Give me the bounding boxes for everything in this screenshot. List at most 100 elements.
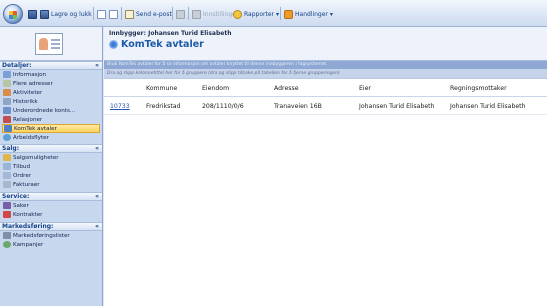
map-icon [3, 80, 11, 87]
main-content: Innbygger: Johansen Turid Elisabeth KomT… [104, 27, 547, 306]
record-subtitle: Innbygger: Johansen Turid Elisabeth [109, 30, 232, 37]
page-title: KomTek avtaler [121, 39, 204, 50]
sidebar-group-header[interactable]: Detaljer: « [0, 61, 102, 70]
history-icon [3, 98, 11, 105]
sidebar-item-campaigns[interactable]: Kampanjer [0, 240, 102, 249]
sidebar-item-invoices[interactable]: Fakturaer [0, 180, 102, 189]
sidebar-item-marketing-lists[interactable]: Markedsføringslister [0, 231, 102, 240]
marketing-list-icon [3, 232, 11, 239]
sidebar-item-label: Historikk [13, 98, 38, 105]
sidebar-item-cases[interactable]: Saker [0, 201, 102, 210]
column-header-kommune[interactable]: Kommune [146, 85, 177, 92]
grid-header: Kommune Eiendom Adresse Eier Regningsmot… [104, 79, 547, 97]
save-icon-button[interactable] [28, 8, 37, 20]
order-icon [3, 172, 11, 179]
sidebar-item-label: Kontrakter [13, 211, 43, 218]
title-row: KomTek avtaler [109, 39, 204, 50]
sidebar-item-label: Saker [13, 202, 29, 209]
campaign-icon [3, 241, 11, 248]
toolbar-separator [93, 7, 94, 20]
cell-regningsmottaker: Johansen Turid Elisabeth [450, 103, 526, 110]
sidebar-item-label: Informasjon [13, 71, 47, 78]
sidebar-item-quotes[interactable]: Tilbud [0, 162, 102, 171]
contract-icon [3, 211, 11, 218]
sidebar-item-activities[interactable]: Aktiviteter [0, 88, 102, 97]
print-icon [109, 9, 118, 19]
sidebar-item-relations[interactable]: Relasjoner [0, 115, 102, 124]
sidebar-item-label: Markedsføringslister [13, 232, 70, 239]
info-bar: Bruk KomTek avtaler for å se informasjon… [104, 61, 547, 69]
contact-card-icon [35, 33, 63, 55]
sidebar-item-history[interactable]: Historikk [0, 97, 102, 106]
print-button[interactable] [109, 8, 118, 20]
save-close-button[interactable]: Lagre og lukk [40, 8, 92, 20]
reports-menu[interactable]: Rapporter ▾ [233, 8, 279, 20]
sidebar-item-label: Underordnede konts... [13, 107, 76, 114]
sidebar-item-label: Aktiviteter [13, 89, 43, 96]
sidebar-item-orders[interactable]: Ordrer [0, 171, 102, 180]
disabled-button[interactable]: Innstillinger [192, 8, 238, 20]
sidebar-item-information[interactable]: Informasjon [0, 70, 102, 79]
disabled-icon [192, 9, 201, 19]
sidebar-group-header[interactable]: Service: « [0, 192, 102, 201]
save-close-label: Lagre og lukk [51, 10, 92, 18]
sidebar-item-label: Tilbud [13, 163, 30, 170]
column-header-eier[interactable]: Eier [359, 85, 371, 92]
column-header-eiendom[interactable]: Eiendom [202, 85, 229, 92]
actions-label: Handlinger [295, 10, 328, 18]
collapse-icon[interactable]: « [95, 193, 99, 200]
sidebar-group-service: Service: « Saker Kontrakter [0, 192, 102, 219]
case-icon [3, 202, 11, 209]
cell-eier: Johansen Turid Elisabeth [359, 103, 435, 110]
send-email-label: Send e-post [136, 10, 172, 18]
sidebar-item-addresses[interactable]: Flere adresser [0, 79, 102, 88]
toolbar-separator [172, 7, 173, 20]
sidebar-item-label: Arbeidsflyter [13, 134, 49, 141]
sidebar-group-header[interactable]: Salg: « [0, 144, 102, 153]
sidebar-item-contracts[interactable]: Kontrakter [0, 210, 102, 219]
cell-adresse: Tranaveien 16B [274, 103, 322, 110]
invoice-icon [3, 181, 11, 188]
attach-button[interactable] [97, 8, 106, 20]
sidebar-item-label: Kampanjer [13, 241, 44, 248]
cell-kommune: Fredrikstad [146, 103, 181, 110]
reports-icon [233, 9, 242, 19]
sidebar-item-opportunities[interactable]: Salgsmuligheter [0, 153, 102, 162]
sidebar-group-details: Detaljer: « Informasjon Flere adresser A… [0, 61, 102, 142]
opportunity-icon [3, 154, 11, 161]
app-menu-button[interactable] [3, 4, 23, 24]
row-id-link[interactable]: 10733 [110, 103, 130, 110]
sidebar-item-komtek[interactable]: KomTek avtaler [2, 124, 100, 133]
delete-button[interactable] [176, 8, 185, 20]
sidebar-group-header[interactable]: Markedsføring: « [0, 222, 102, 231]
sidebar-item-label: Flere adresser [13, 80, 53, 87]
relations-icon [3, 116, 11, 123]
actions-menu[interactable]: Handlinger ▾ [284, 8, 333, 20]
chevron-down-icon: ▾ [275, 10, 279, 18]
sidebar-item-subaccounts[interactable]: Underordnede konts... [0, 106, 102, 115]
sidebar: Detaljer: « Informasjon Flere adresser A… [0, 27, 103, 306]
collapse-icon[interactable]: « [95, 62, 99, 69]
collapse-icon[interactable]: « [95, 145, 99, 152]
collapse-icon[interactable]: « [95, 223, 99, 230]
group-by-bar[interactable]: Dra og slipp kolonnetittel her for å gru… [104, 69, 547, 78]
info-icon [3, 71, 11, 78]
email-icon [125, 9, 134, 19]
group-title: Salg: [2, 145, 20, 152]
column-header-adresse[interactable]: Adresse [274, 85, 299, 92]
reports-label: Rapporter [244, 10, 274, 18]
toolbar-separator [188, 7, 189, 20]
sidebar-item-label: KomTek avtaler [14, 125, 57, 132]
save-close-icon [40, 9, 49, 19]
cell-eiendom: 208/1110/0/6 [202, 103, 244, 110]
send-email-button[interactable]: Send e-post [125, 8, 172, 20]
sidebar-item-workflows[interactable]: Arbeidsflyter [0, 133, 102, 142]
chevron-down-icon: ▾ [329, 10, 333, 18]
record-header: Innbygger: Johansen Turid Elisabeth KomT… [104, 27, 547, 61]
workflow-icon [3, 134, 11, 141]
table-row[interactable]: 10733 Fredrikstad 208/1110/0/6 Tranaveie… [104, 98, 547, 115]
save-icon [28, 9, 37, 19]
group-title: Markedsføring: [2, 223, 54, 230]
sidebar-item-label: Salgsmuligheter [13, 154, 59, 161]
column-header-regningsmottaker[interactable]: Regningsmottaker [450, 85, 507, 92]
